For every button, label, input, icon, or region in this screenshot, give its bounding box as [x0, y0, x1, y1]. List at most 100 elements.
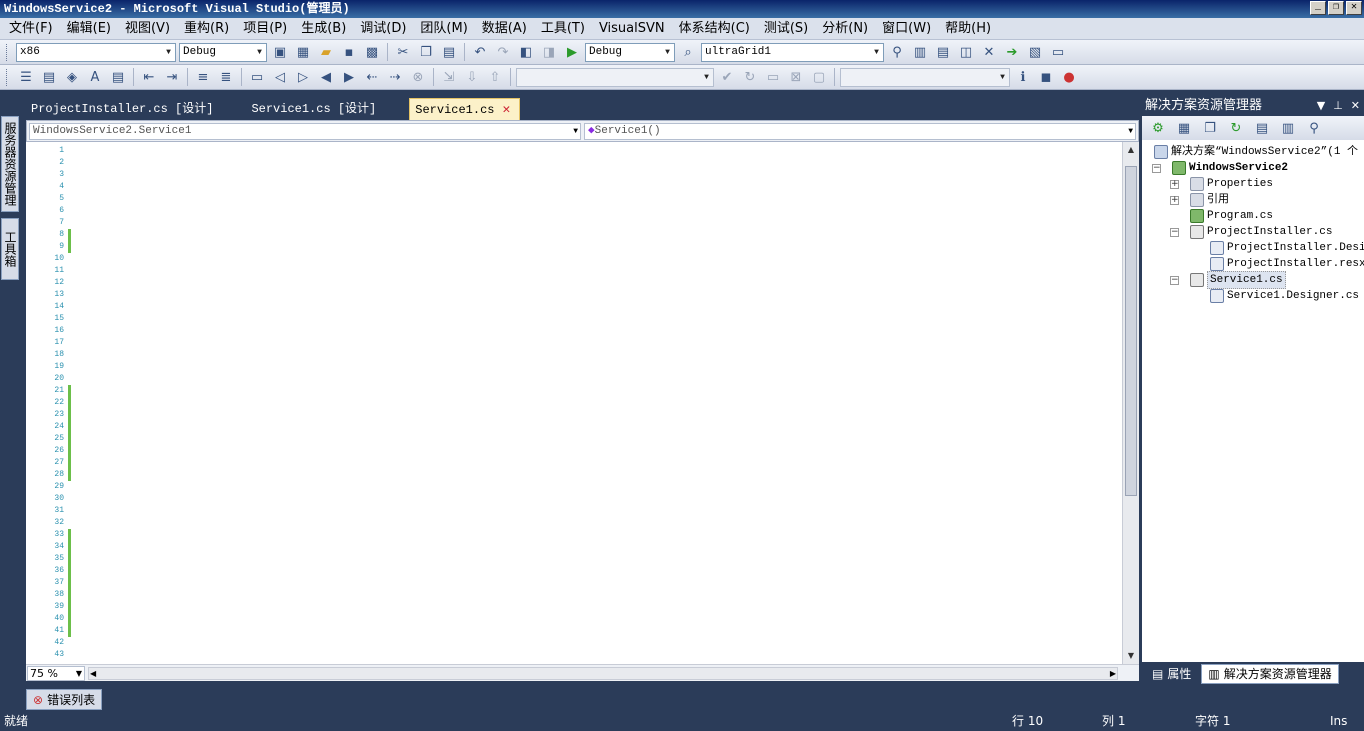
- decrease-indent-icon[interactable]: ⇤: [139, 67, 159, 87]
- tab-solution-explorer[interactable]: ▥ 解决方案资源管理器: [1201, 664, 1339, 684]
- find-in-files-icon[interactable]: ⌕: [678, 42, 698, 62]
- start-debugging-icon[interactable]: ▶: [562, 42, 582, 62]
- toolbar-grip[interactable]: [6, 68, 9, 86]
- diff-icon[interactable]: ▭: [763, 67, 783, 87]
- menu-view[interactable]: 视图(V): [118, 18, 177, 40]
- close-icon[interactable]: ✕: [1351, 96, 1360, 116]
- menu-visualsvn[interactable]: VisualSVN: [592, 18, 672, 40]
- menu-analyze[interactable]: 分析(N): [815, 18, 875, 40]
- tree-node-properties[interactable]: Properties: [1190, 176, 1273, 192]
- check-icon[interactable]: ✔: [717, 67, 737, 87]
- object-browser-icon[interactable]: ◫: [956, 42, 976, 62]
- refresh-icon[interactable]: ↻: [1226, 118, 1246, 138]
- menu-architecture[interactable]: 体系结构(C): [672, 18, 757, 40]
- start-page-icon[interactable]: ➔: [1002, 42, 1022, 62]
- type-combo[interactable]: WindowsService2.Service1 ▼: [29, 123, 581, 140]
- menu-team[interactable]: 团队(M): [413, 18, 474, 40]
- quick-info-icon[interactable]: ◈: [62, 67, 82, 87]
- properties-icon[interactable]: ▤: [933, 42, 953, 62]
- increase-indent-icon[interactable]: ⇥: [162, 67, 182, 87]
- copy-icon[interactable]: ❐: [416, 42, 436, 62]
- tree-node-installer-resx[interactable]: ProjectInstaller.resx: [1210, 256, 1364, 272]
- step-into-icon[interactable]: ⇲: [439, 67, 459, 87]
- display-word-icon[interactable]: ▤: [108, 67, 128, 87]
- scroll-left-icon[interactable]: ◀: [90, 668, 96, 679]
- member-combo[interactable]: ◆Service1() ▼: [584, 123, 1136, 140]
- collapse-icon[interactable]: −: [1152, 164, 1161, 173]
- collapse-icon[interactable]: −: [1170, 276, 1179, 285]
- tree-node-solution[interactable]: 解决方案“WindowsService2”(1 个: [1154, 144, 1358, 160]
- expand-icon[interactable]: +: [1170, 196, 1179, 205]
- tree-node-service1[interactable]: Service1.cs: [1190, 271, 1286, 289]
- zoom-combo[interactable]: 75 % ▼: [27, 666, 85, 681]
- scroll-thumb[interactable]: [1125, 166, 1137, 496]
- menu-window[interactable]: 窗口(W): [875, 18, 938, 40]
- extension-manager-icon[interactable]: ▧: [1025, 42, 1045, 62]
- step-down-icon[interactable]: ⇩: [462, 67, 482, 87]
- navigate-forward-icon[interactable]: ◨: [539, 42, 559, 62]
- next-bookmark-doc-icon[interactable]: ⇢: [385, 67, 405, 87]
- tree-node-program[interactable]: Program.cs: [1190, 208, 1273, 224]
- parameter-info-icon[interactable]: ▤: [39, 67, 59, 87]
- search-combo[interactable]: ▼: [840, 67, 1010, 87]
- uncomment-icon[interactable]: ≣: [216, 67, 236, 87]
- pin-icon[interactable]: ⊥: [1333, 96, 1343, 116]
- config-combo[interactable]: Debug ▼: [179, 42, 267, 62]
- class-diagram-icon[interactable]: ⚲: [1304, 118, 1324, 138]
- server-explorer-tab[interactable]: 服务器资源管理器: [0, 116, 19, 212]
- refresh-icon[interactable]: ↻: [740, 67, 760, 87]
- prev-bookmark-folder-icon[interactable]: ◀: [316, 67, 336, 87]
- solution-tree[interactable]: 解决方案“WindowsService2”(1 个 − WindowsServi…: [1142, 140, 1364, 662]
- svn-combo[interactable]: ▼: [516, 67, 714, 87]
- toolbox-icon[interactable]: ✕: [979, 42, 999, 62]
- merge-icon[interactable]: ⊠: [786, 67, 806, 87]
- complete-word-icon[interactable]: A: [85, 67, 105, 87]
- toolbar-grip[interactable]: [6, 43, 9, 61]
- redo-icon[interactable]: ↷: [493, 42, 513, 62]
- prev-bookmark-doc-icon[interactable]: ⇠: [362, 67, 382, 87]
- tab-service1-code[interactable]: Service1.cs ✕: [409, 98, 521, 121]
- tools-icon[interactable]: ●: [1059, 67, 1079, 87]
- add-item-icon[interactable]: ▦: [293, 42, 313, 62]
- tab-projectinstaller-design[interactable]: ProjectInstaller.cs [设计]: [26, 98, 222, 120]
- tree-node-projectinstaller[interactable]: ProjectInstaller.cs: [1190, 224, 1332, 240]
- menu-build[interactable]: 生成(B): [294, 18, 353, 40]
- save-icon[interactable]: ▪: [339, 42, 359, 62]
- menu-test[interactable]: 测试(S): [757, 18, 815, 40]
- find-combo[interactable]: ultraGrid1 ▼: [701, 42, 884, 62]
- bookmark-icon[interactable]: ▭: [247, 67, 267, 87]
- menu-tools[interactable]: 工具(T): [534, 18, 592, 40]
- open-file-icon[interactable]: ▰: [316, 42, 336, 62]
- restore-button[interactable]: ❐: [1328, 1, 1344, 15]
- view-code-icon[interactable]: ▤: [1252, 118, 1272, 138]
- close-icon[interactable]: ✕: [502, 99, 510, 121]
- properties-icon[interactable]: ⚙: [1148, 118, 1168, 138]
- prev-bookmark-icon[interactable]: ◁: [270, 67, 290, 87]
- next-bookmark-folder-icon[interactable]: ▶: [339, 67, 359, 87]
- scroll-up-icon[interactable]: ▲: [1125, 144, 1137, 156]
- tree-node-project[interactable]: WindowsService2: [1172, 160, 1288, 176]
- menu-debug[interactable]: 调试(D): [353, 18, 413, 40]
- command-window-icon[interactable]: ▭: [1048, 42, 1068, 62]
- tab-properties[interactable]: ▤ 属性: [1146, 664, 1197, 684]
- platform-combo[interactable]: x86 ▼: [16, 42, 176, 62]
- menu-data[interactable]: 数据(A): [475, 18, 534, 40]
- next-bookmark-icon[interactable]: ▷: [293, 67, 313, 87]
- cut-icon[interactable]: ✂: [393, 42, 413, 62]
- horizontal-scrollbar[interactable]: ◀ ▶: [88, 667, 1118, 680]
- toolbox-tab[interactable]: 工具箱: [1, 218, 19, 280]
- close-button[interactable]: ✕: [1346, 1, 1362, 15]
- collapse-icon[interactable]: −: [1170, 228, 1179, 237]
- scroll-down-icon[interactable]: ▼: [1125, 650, 1137, 662]
- dropdown-icon[interactable]: ▼: [1317, 96, 1325, 116]
- paste-icon[interactable]: ▤: [439, 42, 459, 62]
- menu-file[interactable]: 文件(F): [2, 18, 60, 40]
- view-designer-icon[interactable]: ▥: [1278, 118, 1298, 138]
- step-up-icon[interactable]: ⇧: [485, 67, 505, 87]
- navigate-backward-icon[interactable]: ◧: [516, 42, 536, 62]
- member-list-icon[interactable]: ☰: [16, 67, 36, 87]
- show-all-files-icon[interactable]: ▦: [1174, 118, 1194, 138]
- find-icon[interactable]: ⚲: [887, 42, 907, 62]
- menu-help[interactable]: 帮助(H): [938, 18, 998, 40]
- save-all-icon[interactable]: ▩: [362, 42, 382, 62]
